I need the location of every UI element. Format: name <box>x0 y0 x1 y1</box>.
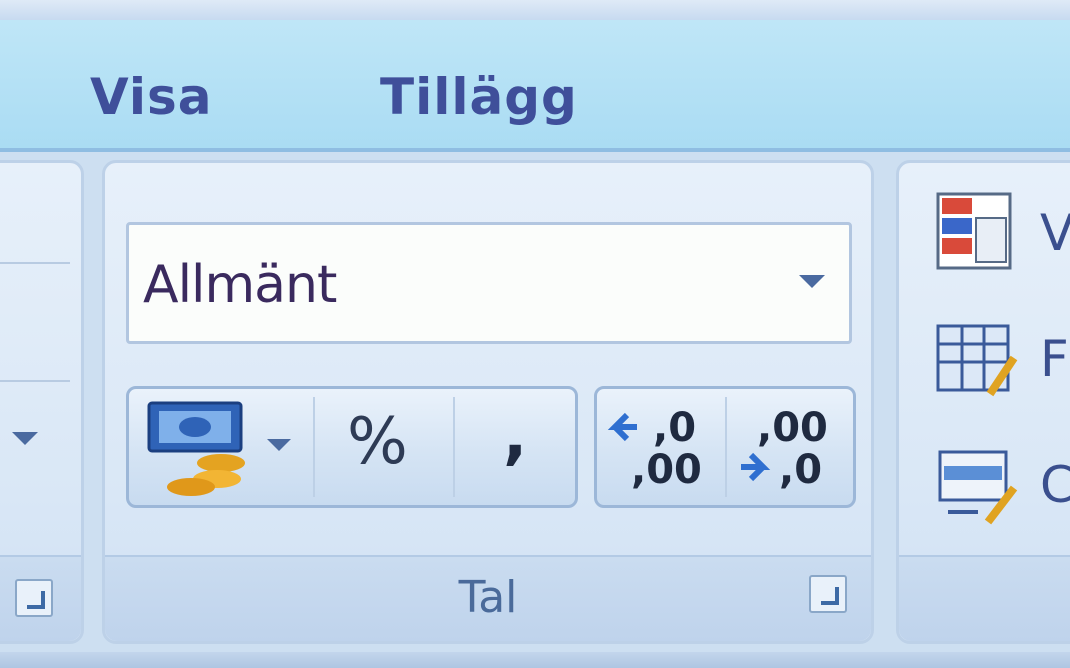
accounting-number-format-icon <box>147 401 245 496</box>
ribbon-bottom-edge <box>0 652 1070 668</box>
increase-decimal-icon: ,0 ,00 <box>607 405 702 493</box>
chevron-down-icon <box>267 439 291 451</box>
number-format-value: Allmänt <box>143 255 337 315</box>
ribbon-tab-bar: Visa Tillägg <box>0 20 1070 152</box>
decrease-decimal-icon: ,00 ,0 <box>741 405 828 493</box>
number-format-dropdown[interactable]: Allmänt <box>126 222 852 344</box>
dialog-launcher-icon[interactable] <box>15 579 53 617</box>
decimal-top-text: ,00 <box>757 405 828 451</box>
percent-icon: % <box>347 405 408 479</box>
decimal-bottom-text: ,0 <box>779 447 822 493</box>
format-as-table-icon <box>936 324 1018 397</box>
conditional-formatting-label: V <box>1040 204 1070 262</box>
tab-tillagg[interactable]: Tillägg <box>380 68 578 126</box>
divider <box>0 262 70 264</box>
accounting-format-button[interactable] <box>129 389 291 505</box>
format-as-table-label: F <box>1040 330 1069 388</box>
chevron-down-icon <box>799 275 825 288</box>
conditional-formatting-icon <box>936 192 1012 270</box>
conditional-formatting-button[interactable] <box>934 190 1018 274</box>
group-footer: Tal <box>105 555 871 641</box>
decimal-buttons: ,0 ,00 ,00 ,0 <box>594 386 856 508</box>
percent-style-button[interactable]: % <box>317 389 447 505</box>
decimal-top-text: ,0 <box>653 405 696 451</box>
tab-visa[interactable]: Visa <box>90 68 212 126</box>
cell-styles-button[interactable] <box>934 442 1018 526</box>
group-footer <box>899 555 1070 641</box>
chevron-down-icon[interactable] <box>12 432 38 445</box>
cell-styles-icon <box>938 450 1018 525</box>
format-as-table-button[interactable] <box>934 318 1018 402</box>
comma-style-button[interactable]: , <box>457 389 575 505</box>
increase-decimal-button[interactable]: ,0 ,00 <box>597 389 723 505</box>
separator <box>453 397 455 497</box>
separator <box>313 397 315 497</box>
decimal-bottom-text: ,00 <box>631 447 702 493</box>
group-footer <box>0 555 81 641</box>
number-dialog-launcher-icon[interactable] <box>809 575 847 613</box>
decrease-decimal-button[interactable]: ,00 ,0 <box>727 389 853 505</box>
divider <box>0 380 70 382</box>
window-top-strip <box>0 0 1070 20</box>
alignment-group-partial <box>0 160 84 644</box>
comma-icon: , <box>503 399 528 473</box>
group-label: Tal <box>458 572 518 623</box>
number-format-buttons: % , <box>126 386 578 508</box>
cell-styles-label: C <box>1040 456 1070 514</box>
